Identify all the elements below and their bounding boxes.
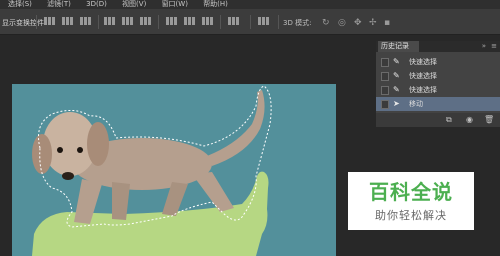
quick-selection-icon: ✎ <box>393 57 400 66</box>
collapse-panel-icon[interactable]: » <box>482 42 486 50</box>
align-bottom-edges-icon[interactable] <box>80 17 94 27</box>
divider <box>250 15 251 29</box>
canvas-artwork <box>32 85 272 256</box>
3d-roll-icon[interactable]: ◎ <box>338 19 346 28</box>
divider <box>220 15 221 29</box>
dog-eye-left <box>57 147 63 153</box>
divider <box>98 15 99 29</box>
align-horizontal-centers-icon[interactable] <box>122 17 136 27</box>
3d-drag-icon[interactable]: ✥ <box>354 19 362 28</box>
history-state-label: 快速选择 <box>409 72 437 80</box>
distribute-bottom-icon[interactable] <box>202 17 216 27</box>
history-state-label: 快速选择 <box>409 86 437 94</box>
dog-ear-right <box>87 122 109 166</box>
create-snapshot-icon[interactable]: ◉ <box>466 115 473 124</box>
history-panel-tab-bar: 历史记录 » ≡ <box>376 41 500 52</box>
divider <box>158 15 159 29</box>
menu-bar: 选择(S) 滤镜(T) 3D(D) 视图(V) 窗口(W) 帮助(H) <box>0 0 500 9</box>
panel-menu-icon[interactable]: ≡ <box>491 42 497 50</box>
history-state[interactable]: ✎ 快速选择 <box>376 83 500 97</box>
3d-mode-label: 3D 模式: <box>283 19 312 27</box>
history-panel: 历史记录 » ≡ ✎ 快速选择 ✎ 快速选择 ✎ 快速选择 ➤ 移动 ⧉ ◉ 🗑 <box>376 41 500 127</box>
watermark-logo: 百科全说 助你轻松解决 <box>348 172 474 230</box>
watermark-subtitle: 助你轻松解决 <box>375 209 447 222</box>
transform-controls-label[interactable]: 显示变换控件 <box>2 18 44 28</box>
divider <box>278 15 279 29</box>
new-document-from-state-icon[interactable]: ⧉ <box>446 115 452 125</box>
history-state-label: 移动 <box>409 100 423 108</box>
history-snapshot-checkbox[interactable] <box>381 86 389 95</box>
watermark-title: 百科全说 <box>369 180 453 204</box>
menu-window[interactable]: 窗口(W) <box>154 0 193 9</box>
history-panel-title[interactable]: 历史记录 <box>378 41 419 52</box>
distribute-left-icon[interactable] <box>228 17 242 27</box>
menu-select[interactable]: 选择(S) <box>0 0 37 9</box>
auto-align-layers-icon[interactable] <box>258 17 272 27</box>
align-left-edges-icon[interactable] <box>104 17 118 27</box>
3d-scale-icon[interactable]: ▪ <box>384 19 390 28</box>
quick-selection-icon: ✎ <box>393 85 400 94</box>
dog-ear-left <box>32 134 52 174</box>
distribute-vertical-centers-icon[interactable] <box>184 17 198 27</box>
align-vertical-centers-icon[interactable] <box>62 17 76 27</box>
move-icon: ➤ <box>393 99 400 108</box>
dog-eye-right <box>77 147 83 153</box>
align-top-edges-icon[interactable] <box>44 17 58 27</box>
dog-nose <box>62 172 74 180</box>
history-snapshot-checkbox[interactable] <box>381 58 389 67</box>
document-canvas[interactable] <box>12 84 336 256</box>
quick-selection-icon: ✎ <box>393 71 400 80</box>
dog-back-leg <box>192 172 234 212</box>
trash-icon[interactable]: 🗑 <box>484 115 494 124</box>
history-snapshot-checkbox[interactable] <box>381 72 389 81</box>
menu-help[interactable]: 帮助(H) <box>195 0 233 9</box>
history-panel-footer: ⧉ ◉ 🗑 <box>376 113 500 127</box>
history-state-label: 快速选择 <box>409 58 437 66</box>
menu-3d[interactable]: 3D(D) <box>78 0 112 9</box>
dog-tail <box>207 90 265 166</box>
history-state[interactable]: ✎ 快速选择 <box>376 55 500 69</box>
history-state-selected[interactable]: ➤ 移动 <box>376 97 500 111</box>
divider <box>36 15 37 29</box>
options-bar: 显示变换控件 3D 模式: ↻ ◎ ✥ ✢ ▪ <box>0 9 500 35</box>
3d-rotate-icon[interactable]: ↻ <box>322 19 330 28</box>
menu-view[interactable]: 视图(V) <box>114 0 151 9</box>
distribute-top-icon[interactable] <box>166 17 180 27</box>
history-snapshot-checkbox[interactable] <box>381 100 389 109</box>
history-state[interactable]: ✎ 快速选择 <box>376 69 500 83</box>
3d-slide-icon[interactable]: ✢ <box>369 19 377 28</box>
menu-filter[interactable]: 滤镜(T) <box>39 0 76 9</box>
align-right-edges-icon[interactable] <box>140 17 154 27</box>
